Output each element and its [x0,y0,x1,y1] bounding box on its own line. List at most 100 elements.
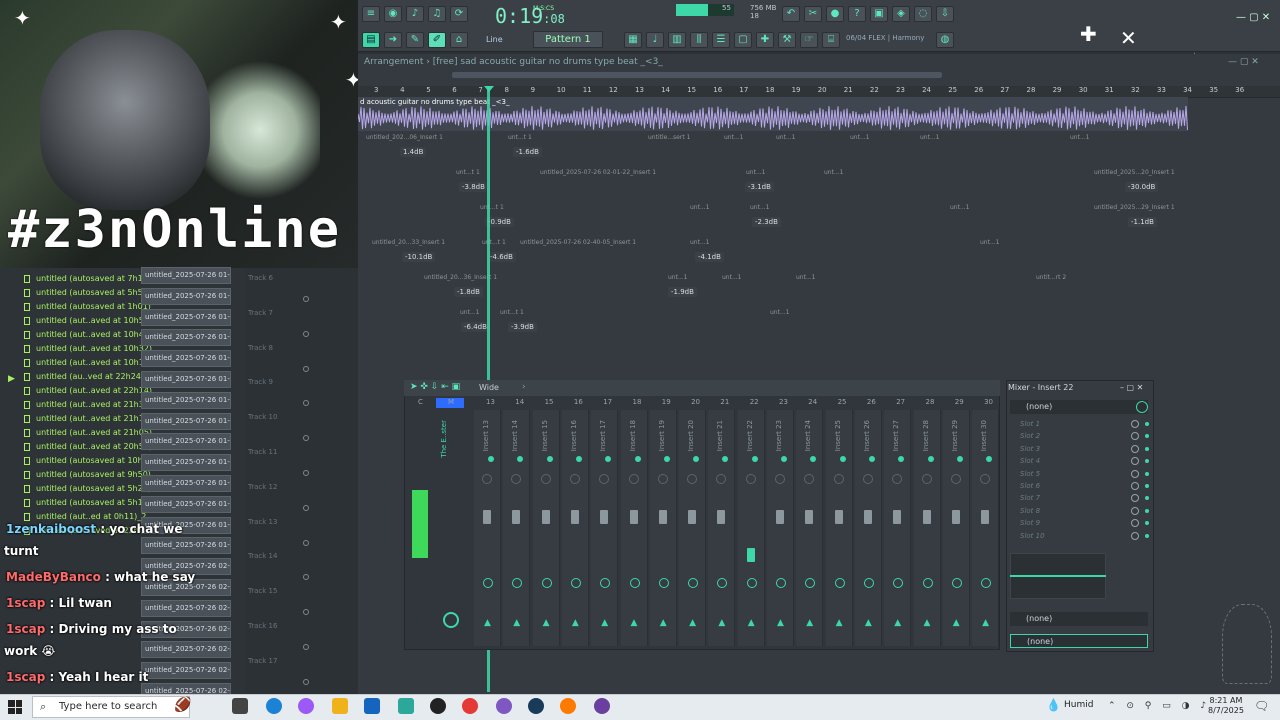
send-knob[interactable] [541,578,552,588]
store-icon[interactable] [398,698,414,714]
volume-fader[interactable] [746,548,755,562]
paint-tool-button[interactable]: ✐ [428,32,446,48]
track-mute-icon[interactable] [303,574,309,581]
insert-window-controls-icon[interactable]: – ▢ ✕ [1120,383,1143,392]
file-item[interactable]: untitled_2025-07-26 01- [141,454,231,472]
slot-mix-knob[interactable] [1131,420,1139,428]
autosave-item[interactable]: untitled (aut..aved at 10h32) [36,344,152,353]
wait-button[interactable]: ⟳ [450,6,468,22]
route-arrow-icon[interactable]: ▲ [513,618,520,628]
clip-name[interactable]: untitled_2025...29_Insert 1 [1094,204,1175,211]
files-button[interactable]: ▢ [734,32,752,48]
track-mute-icon[interactable] [303,296,309,302]
autosave-item[interactable]: untitled (autosaved at 5h21) [36,484,151,493]
clip-name[interactable]: unt...1 [850,134,870,141]
discord-icon[interactable] [496,698,512,714]
send-knob[interactable] [863,578,874,588]
send-knob[interactable] [629,578,640,588]
db-label[interactable]: -3.1dB [745,182,774,192]
track-mute-icon[interactable] [303,644,309,650]
insert-slot[interactable]: Slot 1 [1020,420,1040,428]
volume-fader[interactable] [951,510,960,524]
touch-button[interactable]: ☞ [800,32,818,48]
obs-icon[interactable] [594,698,610,714]
route-arrow-icon[interactable]: ▲ [748,618,755,628]
route-arrow-icon[interactable]: ▲ [894,618,901,628]
arrow-tool-button[interactable]: ➜ [384,32,402,48]
mixer-tools-icon[interactable]: ➤ ✜ ⇩ ⇤ ▣ [410,382,460,392]
db-label[interactable]: -2.3dB [752,217,781,227]
windows-start-icon[interactable] [8,700,22,714]
insert-slot[interactable]: Slot 5 [1020,470,1040,478]
clip-name[interactable]: unt...t 1 [456,169,480,176]
slot-enable-icon[interactable] [1145,471,1149,476]
volume-fader[interactable] [483,510,491,524]
pan-knob[interactable] [868,456,875,462]
globe-icon[interactable]: ◍ [936,32,954,48]
file-item[interactable]: untitled_2025-07-26 01- [141,329,231,347]
track-label[interactable]: Track 12 [248,483,277,491]
track-mute-icon[interactable] [303,435,309,442]
cut-button[interactable]: ✂ [804,6,822,22]
volume-fader[interactable] [600,510,609,524]
autosave-item[interactable]: untitled (aut..aved at 10h18) [36,358,152,367]
plugin-button[interactable]: ◈ [892,6,910,22]
clip-name[interactable]: unt...1 [920,134,940,141]
pan-knob[interactable] [781,456,787,462]
edge-icon[interactable] [266,698,282,714]
pan-knob[interactable] [751,456,758,462]
track-label[interactable]: Track 16 [248,622,277,630]
db-label[interactable]: -1.9dB [668,287,697,297]
db-label[interactable]: -3.9dB [508,322,537,332]
clip-name[interactable]: untit...rt 2 [1036,274,1066,281]
db-label[interactable]: -1.6dB [513,147,542,157]
pan-knob[interactable] [575,456,582,462]
clip-name[interactable]: unt...1 [750,204,770,211]
volume-fader[interactable] [776,510,784,524]
metronome-button[interactable]: ♫ [428,6,446,22]
autosave-item[interactable]: untitled (aut..aved at 20h54) [36,442,152,451]
window-controls-icon[interactable]: — ▢ ✕ [1236,12,1270,23]
route-arrow-icon[interactable]: ▲ [631,618,638,628]
plugin-db-button[interactable]: ✚ [756,32,774,48]
file-item[interactable]: untitled_2025-07-26 01- [141,537,231,555]
volume-knob[interactable] [482,474,492,484]
track-mute-icon[interactable] [303,400,309,407]
insert-slot[interactable]: Slot 6 [1020,482,1040,490]
clip-name[interactable]: unt...t 1 [480,204,504,211]
master-pan-knob[interactable] [443,612,459,628]
pan-knob[interactable] [546,456,553,462]
route-arrow-icon[interactable]: ▲ [865,618,872,628]
track-label[interactable]: Track 8 [248,344,273,352]
volume-knob[interactable] [862,474,873,484]
mic-button[interactable]: ● [826,6,844,22]
task-view-icon[interactable] [232,698,248,714]
volume-knob[interactable] [540,474,551,484]
insert-slot[interactable]: Slot 7 [1020,494,1040,502]
clip-name[interactable]: unt...1 [796,274,816,281]
route-arrow-icon[interactable]: ▲ [689,618,696,628]
volume-knob[interactable] [569,474,580,484]
insert-slot[interactable]: Slot 10 [1020,532,1045,540]
pan-knob[interactable] [927,456,934,462]
playlist-button[interactable]: ▦ [624,32,642,48]
help-button[interactable]: ? [848,6,866,22]
route-arrow-icon[interactable]: ▲ [572,618,579,628]
taskbar-clock[interactable]: 8:21 AM 8/7/2025 [1208,696,1244,716]
volume-fader[interactable] [863,510,872,524]
song-mode-button[interactable]: ♪ [406,6,424,22]
db-label[interactable]: -30.0dB [1125,182,1159,192]
browser-button[interactable]: ☰ [712,32,730,48]
autosave-item[interactable]: untitled (aut..aved at 10h42) [36,330,152,339]
slot-enable-icon[interactable] [1145,422,1149,426]
volume-knob[interactable] [775,474,785,484]
db-label[interactable]: -10.1dB [402,252,436,262]
track-label[interactable]: Track 11 [248,448,277,456]
weather-icon[interactable]: 💧 [1046,698,1061,712]
slot-mix-knob[interactable] [1131,469,1139,478]
clip-name[interactable]: unt...1 [668,274,688,281]
volume-knob[interactable] [745,474,756,484]
clip-name[interactable]: unt...1 [776,134,796,141]
channel-rack-button[interactable]: ▥ [668,32,686,48]
search-highlight-icon[interactable]: 🏈 [174,697,191,713]
